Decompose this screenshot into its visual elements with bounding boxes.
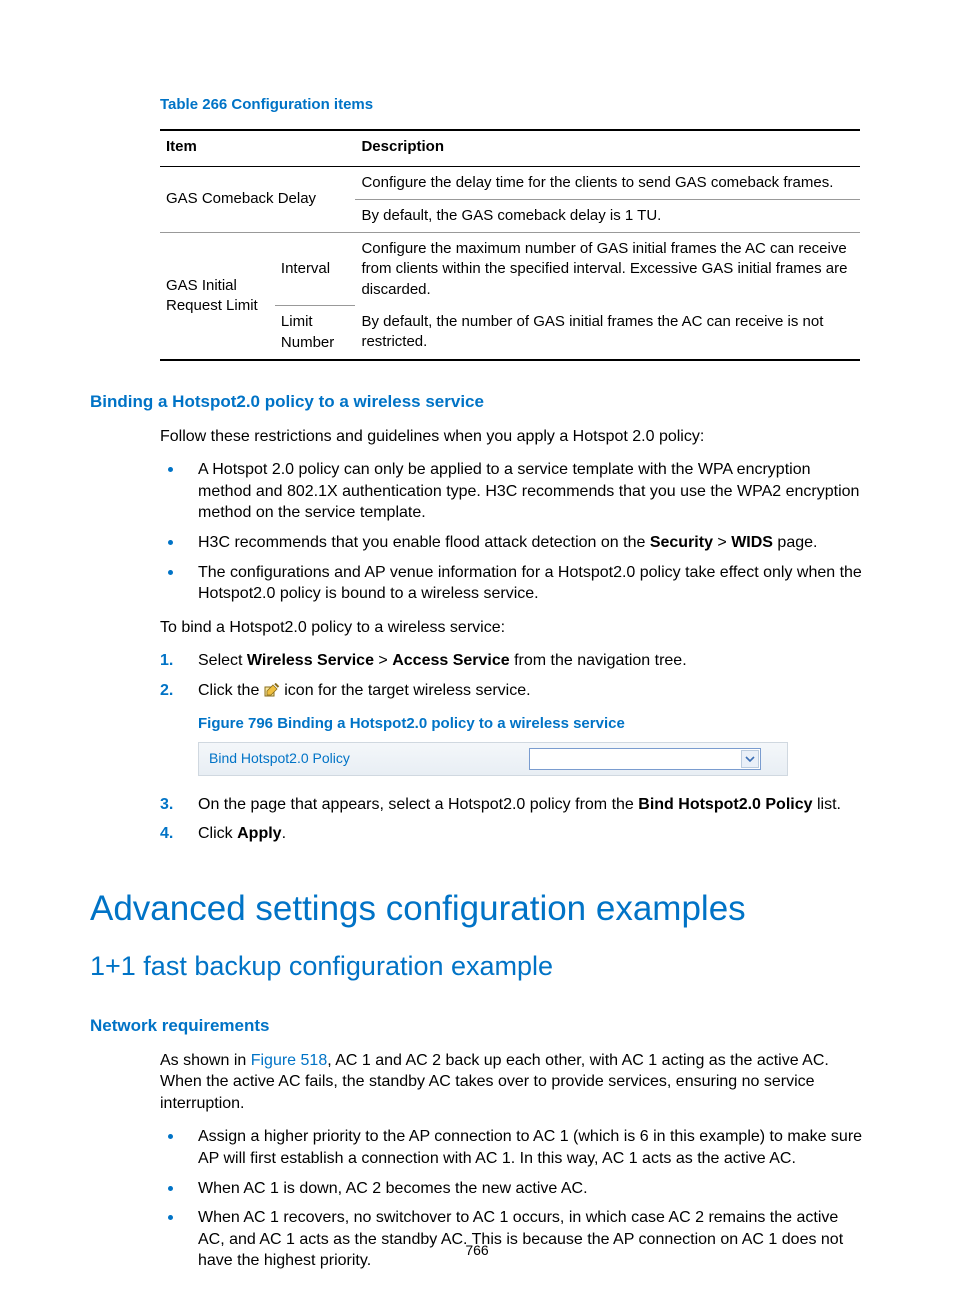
list-item: When AC 1 recovers, no switchover to AC … [160,1203,864,1276]
text: page. [773,534,817,551]
row2-sub-a: Interval [275,233,356,306]
text: > [713,534,731,551]
page: Table 266 Configuration items Item Descr… [0,0,954,1296]
section-network-req: Network requirements [90,1015,864,1038]
section-binding-heading: Binding a Hotspot2.0 policy to a wireles… [90,391,864,414]
h1-advanced: Advanced settings configuration examples [90,885,864,932]
list-item: Assign a higher priority to the AP conne… [160,1122,864,1173]
figure-ref-link[interactable]: Figure 518 [251,1052,328,1069]
text: . [282,825,286,842]
row2-desc-a: Configure the maximum number of GAS init… [355,233,860,306]
row1-item: GAS Comeback Delay [160,166,355,233]
config-table: Item Description GAS Comeback Delay Conf… [160,129,860,361]
bold: Security [650,534,713,551]
text: icon for the target wireless service. [280,682,531,699]
list-item: H3C recommends that you enable flood att… [160,528,864,558]
bind-policy-label: Bind Hotspot2.0 Policy [209,749,529,768]
bold: Access Service [392,652,509,669]
lead-para: To bind a Hotspot2.0 policy to a wireles… [160,617,864,639]
list-item: A Hotspot 2.0 policy can only be applied… [160,455,864,528]
h2-fast-backup: 1+1 fast backup configuration example [90,948,864,984]
bold: Apply [237,825,281,842]
figure-row: Bind Hotspot2.0 Policy [198,742,788,776]
network-req-para: As shown in Figure 518, AC 1 and AC 2 ba… [160,1050,864,1115]
step-4: Click Apply. [160,819,864,849]
text: > [374,652,392,669]
col-desc: Description [355,130,860,166]
text: Click the [198,682,264,699]
bind-steps: Select Wireless Service > Access Service… [160,646,864,849]
text: Select [198,652,247,669]
step-2: Click the icon for the target wireless s… [160,676,864,790]
guidelines-list: A Hotspot 2.0 policy can only be applied… [160,455,864,609]
list-item: When AC 1 is down, AC 2 becomes the new … [160,1174,864,1204]
row2-item: GAS Initial Request Limit [160,233,275,360]
page-number: 766 [0,1241,954,1260]
row1-desc-a: Configure the delay time for the clients… [355,166,860,199]
row1-desc-b: By default, the GAS comeback delay is 1 … [355,199,860,232]
step-3: On the page that appears, select a Hotsp… [160,790,864,820]
edit-icon [264,682,280,696]
table-caption: Table 266 Configuration items [160,95,864,115]
intro-para: Follow these restrictions and guidelines… [160,426,864,448]
step-1: Select Wireless Service > Access Service… [160,646,864,676]
chevron-down-icon[interactable] [741,750,759,768]
col-item: Item [160,130,355,166]
text: from the navigation tree. [510,652,687,669]
text: As shown in [160,1052,251,1069]
row2-desc-b: By default, the number of GAS initial fr… [355,306,860,360]
bold: Bind Hotspot2.0 Policy [638,796,812,813]
text: H3C recommends that you enable flood att… [198,534,650,551]
text: list. [813,796,841,813]
list-item: The configurations and AP venue informat… [160,558,864,609]
text: Click [198,825,237,842]
text: On the page that appears, select a Hotsp… [198,796,638,813]
bold: WIDS [731,534,773,551]
bind-policy-select[interactable] [529,748,761,770]
figure-caption: Figure 796 Binding a Hotspot2.0 policy t… [198,714,864,734]
bold: Wireless Service [247,652,374,669]
row2-sub-b: Limit Number [275,306,356,360]
figure-796: Bind Hotspot2.0 Policy [198,742,788,776]
